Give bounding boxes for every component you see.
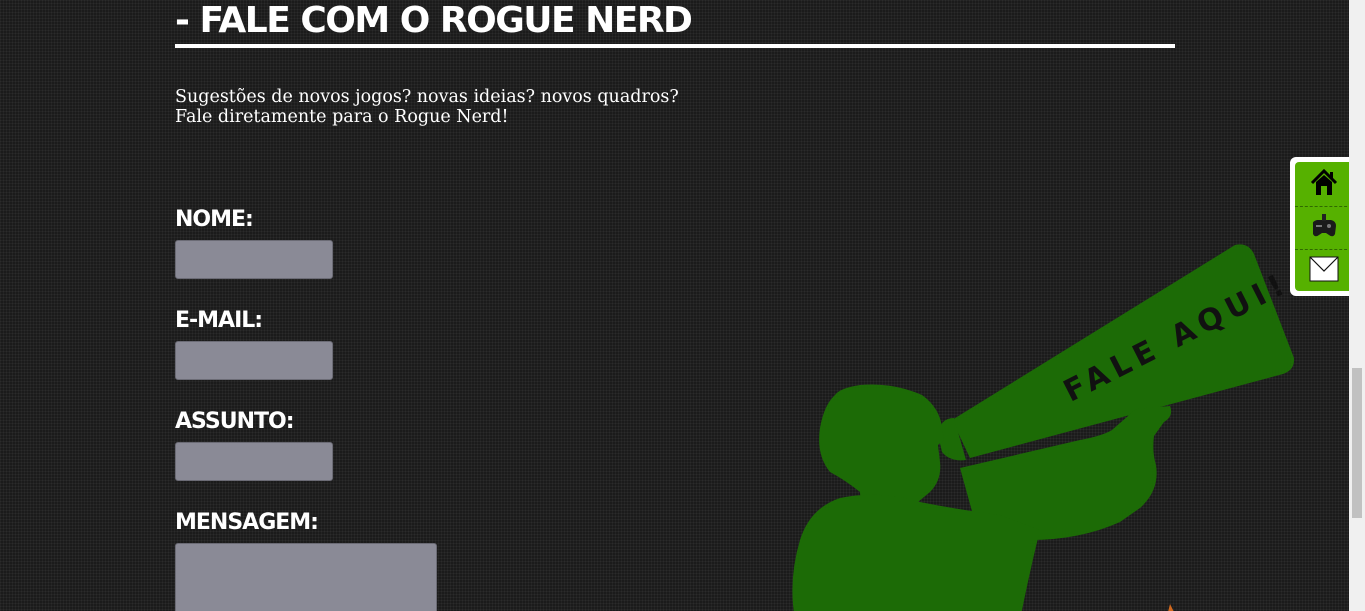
nav-games-button[interactable] <box>1295 207 1352 245</box>
message-label: MENSAGEM: <box>175 510 319 535</box>
page-title: - FALE COM O ROGUE NERD <box>175 0 1175 48</box>
scrollbar-thumb[interactable] <box>1352 368 1362 518</box>
name-field[interactable] <box>175 240 333 279</box>
message-field[interactable] <box>175 543 437 611</box>
nav-contact-button[interactable] <box>1295 250 1352 288</box>
email-field[interactable] <box>175 341 333 380</box>
subject-label: ASSUNTO: <box>175 409 295 434</box>
email-label: E-MAIL: <box>175 308 263 333</box>
mail-icon <box>1309 256 1338 282</box>
intro-line-1: Sugestões de novos jogos? novas ideias? … <box>175 87 679 107</box>
subject-field[interactable] <box>175 442 333 481</box>
name-label: NOME: <box>175 207 254 232</box>
side-navigation-panel <box>1295 162 1352 291</box>
megaphone-person-silhouette: FALE AQUI! <box>792 244 1295 611</box>
megaphone-illustration: FALE AQUI! <box>780 240 1310 611</box>
gamepad-icon <box>1312 214 1336 237</box>
nav-home-button[interactable] <box>1295 164 1352 202</box>
page-scrollbar[interactable] <box>1349 0 1365 611</box>
intro-text: Sugestões de novos jogos? novas ideias? … <box>175 87 679 127</box>
intro-line-2: Fale diretamente para o Rogue Nerd! <box>175 107 509 127</box>
home-icon <box>1310 168 1337 195</box>
side-navigation <box>1290 157 1352 296</box>
flame-decoration <box>1168 604 1174 611</box>
